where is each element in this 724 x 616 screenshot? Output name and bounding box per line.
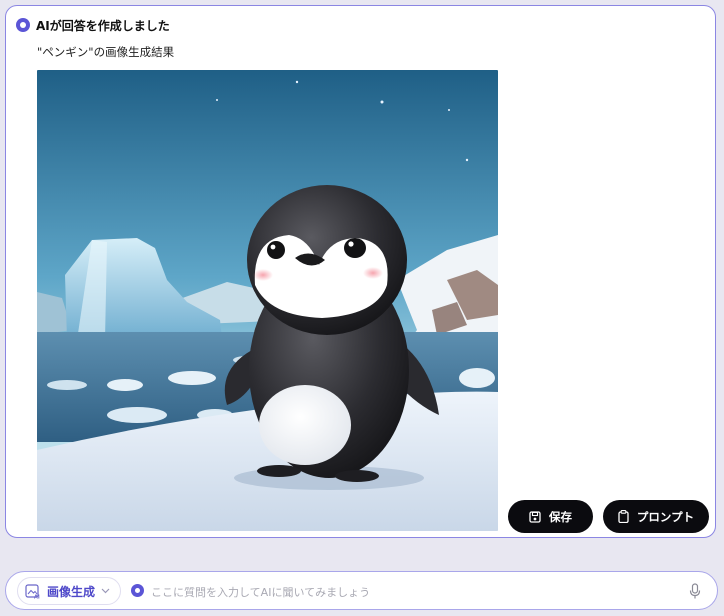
save-button[interactable]: 保存 <box>508 500 593 533</box>
floppy-disk-icon <box>529 510 541 523</box>
prompt-button-label: プロンプト <box>636 509 695 524</box>
mode-selector-label: 画像生成 <box>47 584 96 599</box>
mode-selector[interactable]: AI 画像生成 <box>17 577 121 605</box>
response-status: AIが回答を作成しました <box>36 18 170 33</box>
result-caption: "ペンギン"の画像生成結果 <box>37 45 175 59</box>
save-button-label: 保存 <box>549 509 572 524</box>
chevron-down-icon <box>101 588 110 594</box>
clipboard-icon <box>618 510 629 523</box>
ai-indicator-icon <box>131 584 144 597</box>
ai-response-card: AIが回答を作成しました "ペンギン"の画像生成結果 保存 プロンプト <box>5 5 716 538</box>
prompt-button[interactable]: プロンプト <box>603 500 709 533</box>
chat-input-bar: AI 画像生成 <box>5 571 718 610</box>
question-input[interactable] <box>149 580 683 604</box>
generated-penguin-image[interactable] <box>37 70 498 531</box>
response-header: AIが回答を作成しました <box>16 16 170 34</box>
microphone-icon[interactable] <box>686 581 704 601</box>
ai-image-icon: AI <box>25 583 41 599</box>
svg-text:AI: AI <box>34 594 40 599</box>
ai-status-icon <box>16 18 30 32</box>
